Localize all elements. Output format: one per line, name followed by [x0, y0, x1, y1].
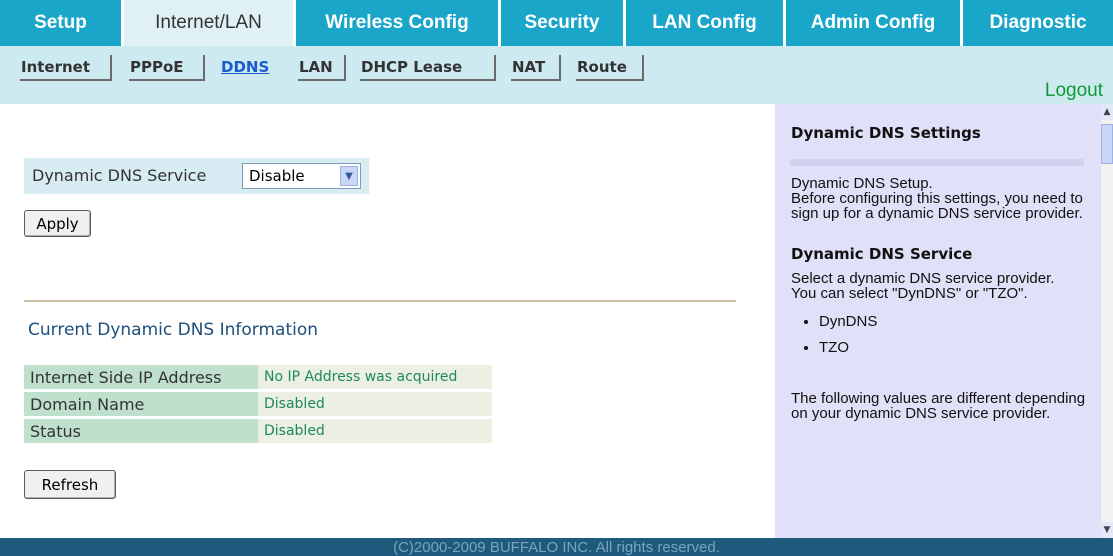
ddns-service-select[interactable]: Disable ▼	[242, 163, 361, 189]
subtab-nat[interactable]: NAT	[511, 55, 561, 81]
logout-link[interactable]: Logout	[1045, 80, 1103, 102]
sub-navigation: Internet PPPoE DDNS LAN DHCP Lease NAT R…	[0, 46, 1113, 104]
table-row: Internet Side IP Address No IP Address w…	[24, 365, 492, 389]
scroll-down-icon[interactable]: ▼	[1101, 522, 1113, 538]
tab-setup[interactable]: Setup	[0, 0, 121, 46]
help-settings-title: Dynamic DNS Settings	[791, 124, 981, 142]
main-content: Dynamic DNS Service Disable ▼ Apply Curr…	[0, 104, 773, 538]
ddns-service-value: Disable	[249, 167, 305, 185]
help-service-text-2: You can select "DynDNS" or "TZO".	[791, 285, 1028, 302]
chevron-down-icon[interactable]: ▼	[340, 166, 358, 186]
info-title: Current Dynamic DNS Information	[28, 320, 319, 340]
table-row: Status Disabled	[24, 419, 492, 443]
tab-diagnostic[interactable]: Diagnostic	[963, 0, 1113, 46]
info-table: Internet Side IP Address No IP Address w…	[24, 362, 492, 446]
scroll-thumb[interactable]	[1101, 124, 1113, 164]
info-value: Disabled	[258, 392, 492, 416]
top-navigation: Setup Internet/LAN Wireless Config Secur…	[0, 0, 1113, 46]
help-divider	[790, 159, 1084, 166]
help-service-title: Dynamic DNS Service	[791, 245, 973, 263]
provider-list: DynDNS TZO	[791, 309, 1091, 361]
refresh-button[interactable]: Refresh	[24, 470, 116, 499]
info-key: Domain Name	[24, 392, 258, 416]
tab-wireless-config[interactable]: Wireless Config	[296, 0, 498, 46]
list-item: DynDNS	[819, 309, 1091, 335]
help-service-text-1: Select a dynamic DNS service provider.	[791, 270, 1055, 287]
subtab-dhcp-lease[interactable]: DHCP Lease	[360, 55, 496, 81]
tab-admin-config[interactable]: Admin Config	[786, 0, 960, 46]
help-following-text: The following values are different depen…	[791, 390, 1086, 422]
subtab-internet[interactable]: Internet	[20, 55, 112, 81]
tab-lan-config[interactable]: LAN Config	[626, 0, 783, 46]
scroll-up-icon[interactable]: ▲	[1101, 104, 1113, 120]
help-setup-text-2: Before configuring this settings, you ne…	[791, 190, 1083, 222]
subtab-pppoe[interactable]: PPPoE	[129, 55, 205, 81]
subtab-route[interactable]: Route	[576, 55, 644, 81]
ddns-service-label: Dynamic DNS Service	[32, 166, 207, 185]
divider	[24, 300, 736, 302]
apply-button[interactable]: Apply	[24, 210, 91, 237]
ddns-service-row: Dynamic DNS Service Disable ▼	[24, 158, 369, 194]
info-key: Status	[24, 419, 258, 443]
info-key: Internet Side IP Address	[24, 365, 258, 389]
subtab-lan[interactable]: LAN	[298, 55, 346, 81]
info-value: Disabled	[258, 419, 492, 443]
tab-security[interactable]: Security	[501, 0, 623, 46]
help-setup-text-1: Dynamic DNS Setup.	[791, 175, 933, 192]
table-row: Domain Name Disabled	[24, 392, 492, 416]
list-item: TZO	[819, 335, 1091, 361]
tab-internet-lan[interactable]: Internet/LAN	[124, 0, 293, 46]
subtab-ddns[interactable]: DDNS	[220, 55, 282, 81]
footer-copyright: (C)2000-2009 BUFFALO INC. All rights res…	[0, 538, 1113, 556]
help-panel: Dynamic DNS Settings Dynamic DNS Setup. …	[775, 104, 1101, 538]
info-value: No IP Address was acquired	[258, 365, 492, 389]
help-scrollbar[interactable]: ▲ ▼	[1101, 104, 1113, 538]
